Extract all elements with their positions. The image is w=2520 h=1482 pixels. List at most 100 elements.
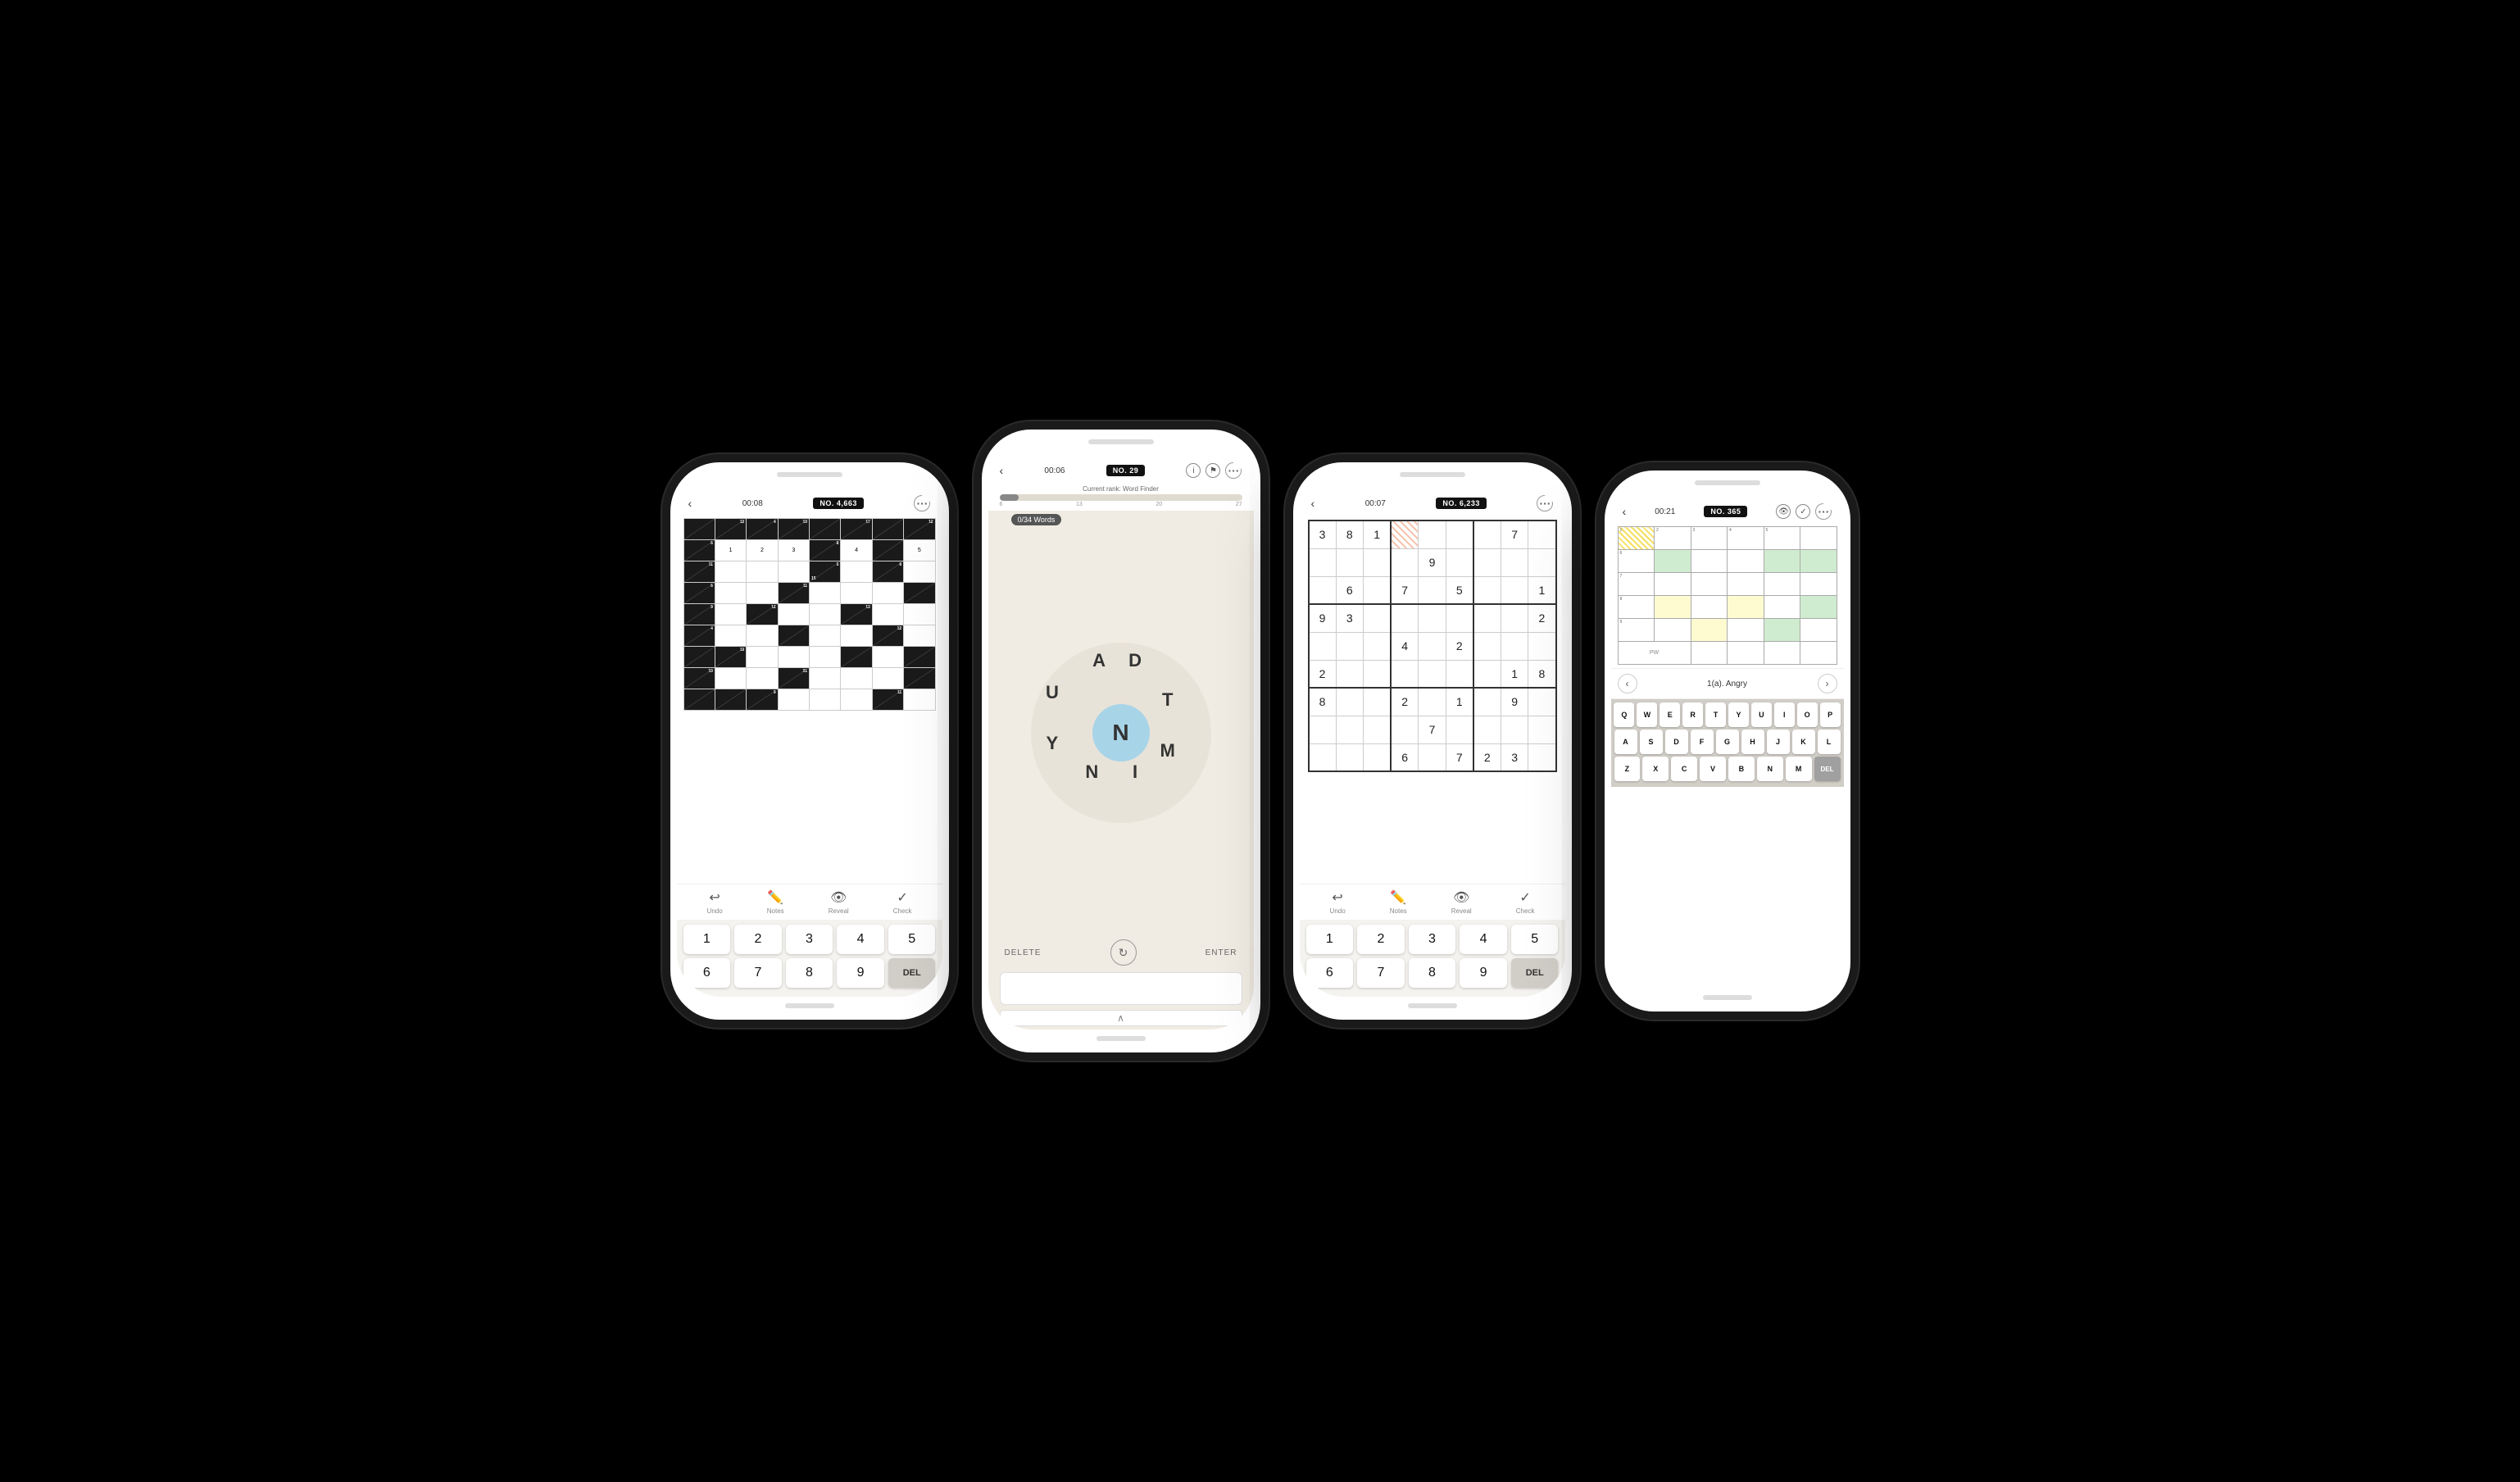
cw-cell[interactable]: 6 [1618,550,1655,573]
sudoku-cell[interactable]: 8 [1528,660,1556,688]
cw-cell[interactable]: 7 [1618,573,1655,596]
sudoku-cell[interactable] [1501,604,1528,632]
sudoku-cell[interactable] [1446,716,1473,743]
key-f[interactable]: F [1691,730,1714,754]
sudoku-cell[interactable] [1528,716,1556,743]
key-k[interactable]: K [1792,730,1815,754]
sudoku-cell[interactable] [1309,548,1337,576]
sudoku-cell[interactable]: 6 [1336,576,1364,604]
wheel-center[interactable]: N [1092,704,1150,761]
cw-cell[interactable]: 2 [1655,527,1691,550]
wheel-letter-m[interactable]: M [1160,740,1175,761]
undo-action[interactable]: ↩ Undo [707,889,723,915]
cw-cell[interactable] [1728,573,1764,596]
key-d[interactable]: D [1665,730,1688,754]
sudoku-cell[interactable] [1391,660,1419,688]
sudoku-cell[interactable] [1528,688,1556,716]
sudoku-cell[interactable]: 1 [1364,521,1392,548]
key-b[interactable]: B [1728,757,1755,781]
cw-cell[interactable]: 1 [1618,527,1655,550]
sudoku-cell[interactable] [1446,521,1473,548]
num-9-3[interactable]: 9 [1460,958,1507,988]
back-button-3[interactable]: ‹ [1311,497,1315,510]
key-l[interactable]: L [1818,730,1841,754]
chevron-up[interactable]: ∧ [1000,1010,1242,1026]
sudoku-cell[interactable]: 3 [1336,604,1364,632]
sudoku-cell[interactable] [1528,632,1556,660]
flag-button[interactable]: ⚑ [1206,463,1220,478]
info-button[interactable]: i [1186,463,1201,478]
key-i[interactable]: I [1774,702,1795,727]
key-del[interactable]: DEL [1814,757,1841,781]
more-button[interactable]: ··· [914,495,930,511]
sudoku-cell[interactable] [1419,660,1446,688]
cw-cell[interactable] [1764,642,1800,665]
num-4[interactable]: 4 [837,925,884,954]
wheel-letter-y[interactable]: Y [1047,733,1059,754]
sudoku-cell[interactable]: 7 [1501,521,1528,548]
key-q[interactable]: Q [1614,702,1634,727]
sudoku-cell[interactable] [1364,743,1392,771]
sudoku-cell[interactable] [1309,632,1337,660]
back-button-4[interactable]: ‹ [1623,505,1627,518]
sudoku-cell[interactable] [1419,688,1446,716]
cw-cell[interactable] [1800,642,1837,665]
sudoku-cell[interactable] [1446,548,1473,576]
clue-next[interactable]: › [1818,674,1837,693]
wheel-letter-i[interactable]: I [1133,761,1137,783]
sudoku-cell[interactable]: 8 [1336,521,1364,548]
cw-cell[interactable] [1691,596,1728,619]
sudoku-cell[interactable]: 6 [1391,743,1419,771]
key-u[interactable]: U [1751,702,1772,727]
sudoku-cell[interactable] [1501,576,1528,604]
clue-prev[interactable]: ‹ [1618,674,1637,693]
key-t[interactable]: T [1705,702,1726,727]
num-5[interactable]: 5 [888,925,936,954]
sudoku-cell[interactable]: 7 [1391,576,1419,604]
sudoku-cell[interactable] [1364,576,1392,604]
cw-cell-wide[interactable]: PW [1618,642,1691,665]
sudoku-cell-active[interactable] [1391,521,1419,548]
cw-cell[interactable]: 5 [1764,527,1800,550]
sudoku-cell[interactable] [1473,688,1501,716]
check-action[interactable]: ✓ Check [893,889,912,915]
reveal-action-3[interactable]: 👁 Reveal [1451,889,1472,915]
key-g[interactable]: G [1716,730,1739,754]
back-button-2[interactable]: ‹ [1000,464,1004,477]
num-5-3[interactable]: 5 [1511,925,1559,954]
sudoku-cell[interactable] [1473,716,1501,743]
sudoku-cell[interactable] [1528,743,1556,771]
reveal-action[interactable]: 👁 Reveal [829,889,849,915]
num-6-3[interactable]: 6 [1306,958,1354,988]
num-8[interactable]: 8 [786,958,833,988]
cw-cell[interactable] [1728,619,1764,642]
sudoku-cell[interactable] [1309,576,1337,604]
key-a[interactable]: A [1614,730,1637,754]
cw-cell[interactable] [1691,550,1728,573]
sudoku-cell[interactable] [1364,688,1392,716]
sudoku-cell[interactable] [1419,521,1446,548]
sudoku-cell[interactable]: 2 [1309,660,1337,688]
wheel-letter-t[interactable]: T [1162,689,1173,711]
del-btn[interactable]: DEL [888,958,936,988]
num-6[interactable]: 6 [683,958,731,988]
sudoku-cell[interactable] [1473,576,1501,604]
key-j[interactable]: J [1767,730,1790,754]
sudoku-cell[interactable]: 4 [1391,632,1419,660]
cw-cell[interactable] [1800,596,1837,619]
sudoku-cell[interactable] [1336,548,1364,576]
sudoku-cell[interactable] [1364,632,1392,660]
cw-cell[interactable] [1764,619,1800,642]
num-7[interactable]: 7 [734,958,782,988]
sudoku-cell[interactable] [1309,743,1337,771]
sudoku-cell[interactable]: 9 [1419,548,1446,576]
key-v[interactable]: V [1700,757,1726,781]
back-button[interactable]: ‹ [688,497,692,510]
cw-cell[interactable] [1764,596,1800,619]
sudoku-cell[interactable]: 5 [1446,576,1473,604]
sudoku-cell[interactable] [1364,660,1392,688]
num-9[interactable]: 9 [837,958,884,988]
cw-cell[interactable] [1655,596,1691,619]
sudoku-cell[interactable]: 3 [1309,521,1337,548]
cw-cell[interactable]: 9 [1618,619,1655,642]
